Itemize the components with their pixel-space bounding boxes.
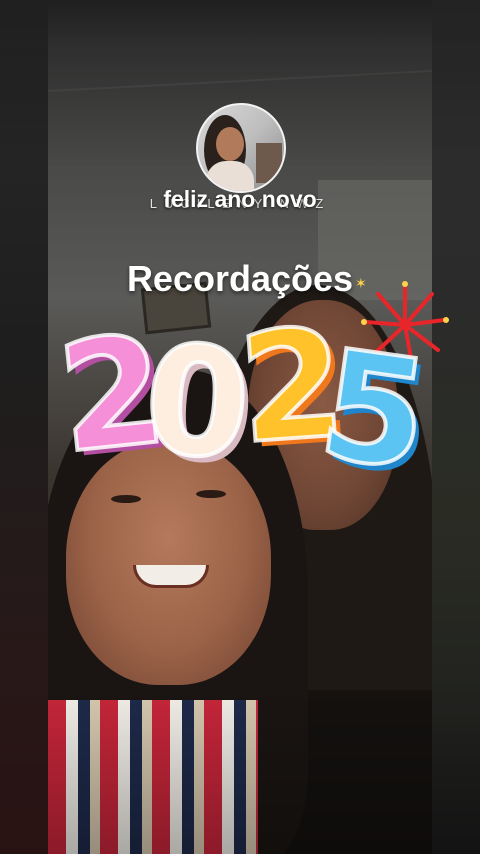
avatar[interactable]	[196, 103, 286, 193]
smile	[133, 565, 209, 588]
avatar-background	[256, 143, 282, 183]
plaid-shirt	[48, 700, 258, 854]
caption: feliz ano novo	[163, 186, 317, 212]
background-blur-left	[0, 0, 48, 854]
sticker-digit: 5	[308, 316, 440, 507]
avatar-face	[216, 127, 244, 161]
ceiling-line	[48, 69, 432, 93]
eye	[111, 495, 141, 503]
year-2025-sticker: 2 0 2 5	[49, 295, 450, 507]
